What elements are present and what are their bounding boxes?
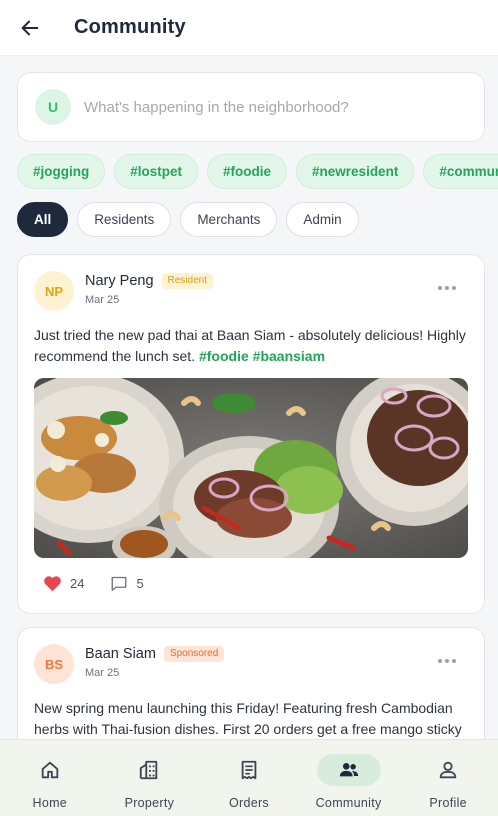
- heart-icon: [44, 576, 61, 592]
- sponsored-badge: Sponsored: [163, 646, 225, 662]
- filter-residents[interactable]: Residents: [77, 202, 172, 237]
- post-text: New spring menu launching this Friday! F…: [34, 698, 474, 740]
- person-icon: [439, 761, 457, 779]
- nav-orders[interactable]: Orders: [199, 740, 299, 816]
- arrow-left-icon: [21, 20, 39, 35]
- filter-bar: All Residents Merchants Admin: [17, 202, 359, 237]
- comment-icon: [112, 576, 127, 591]
- nav-label: Orders: [228, 796, 269, 810]
- resident-badge: Resident: [161, 273, 213, 289]
- author-name[interactable]: Baan Siam: [85, 646, 156, 662]
- nav-profile[interactable]: Profile: [398, 740, 498, 816]
- more-options-icon[interactable]: [438, 657, 456, 665]
- hashtag-bar: #jogging #lostpet #foodie #newresident #…: [17, 154, 498, 190]
- like-button[interactable]: 24: [43, 575, 84, 592]
- hashtag-chip[interactable]: #community: [423, 154, 498, 189]
- buildings-icon: [140, 760, 158, 780]
- post-date: Mar 25: [85, 667, 120, 679]
- filter-admin[interactable]: Admin: [286, 202, 359, 237]
- nav-home[interactable]: Home: [0, 740, 100, 816]
- nav-label: Home: [32, 796, 68, 810]
- nav-property[interactable]: Property: [100, 740, 200, 816]
- home-icon: [41, 761, 59, 779]
- comment-count: 5: [136, 576, 144, 591]
- app-header: Community: [0, 0, 498, 56]
- filter-all[interactable]: All: [17, 202, 69, 237]
- post-body: New spring menu launching this Friday! F…: [34, 700, 462, 737]
- avatar: U: [35, 89, 71, 125]
- hashtag-chip[interactable]: #foodie: [207, 154, 288, 189]
- nav-community[interactable]: Community: [299, 740, 399, 816]
- post-hashtags[interactable]: #foodie #baansiam: [199, 348, 325, 364]
- people-icon: [339, 763, 358, 777]
- comment-button[interactable]: 5: [110, 575, 144, 592]
- page-title: Community: [74, 16, 186, 38]
- food-photo-illustration: [34, 378, 468, 558]
- post-text: Just tried the new pad thai at Baan Siam…: [34, 325, 474, 367]
- post-composer[interactable]: U What's happening in the neighborhood?: [17, 72, 485, 142]
- receipt-icon: [241, 760, 257, 780]
- more-options-icon[interactable]: [438, 284, 456, 292]
- filter-merchants[interactable]: Merchants: [180, 202, 278, 237]
- avatar[interactable]: NP: [34, 271, 74, 311]
- hashtag-chip[interactable]: #lostpet: [114, 154, 199, 189]
- composer-input[interactable]: What's happening in the neighborhood?: [84, 99, 349, 116]
- post-date: Mar 25: [85, 294, 120, 306]
- back-button[interactable]: [2, 0, 58, 56]
- hashtag-chip[interactable]: #newresident: [296, 154, 415, 189]
- like-count: 24: [70, 576, 85, 591]
- post-header: NP Nary Peng Resident Mar 25: [34, 271, 213, 311]
- post-card: NP Nary Peng Resident Mar 25 Just tried …: [17, 254, 485, 614]
- bottom-navigation: Home Property Orders Community Profile: [0, 739, 498, 816]
- nav-label: Community: [315, 796, 382, 810]
- post-header: BS Baan Siam Sponsored Mar 25: [34, 644, 225, 684]
- hashtag-chip[interactable]: #jogging: [17, 154, 106, 189]
- author-name[interactable]: Nary Peng: [85, 273, 154, 289]
- nav-label: Profile: [429, 796, 467, 810]
- avatar[interactable]: BS: [34, 644, 74, 684]
- post-image[interactable]: [34, 378, 468, 558]
- post-actions: 24 5: [43, 575, 170, 592]
- nav-label: Property: [124, 796, 175, 810]
